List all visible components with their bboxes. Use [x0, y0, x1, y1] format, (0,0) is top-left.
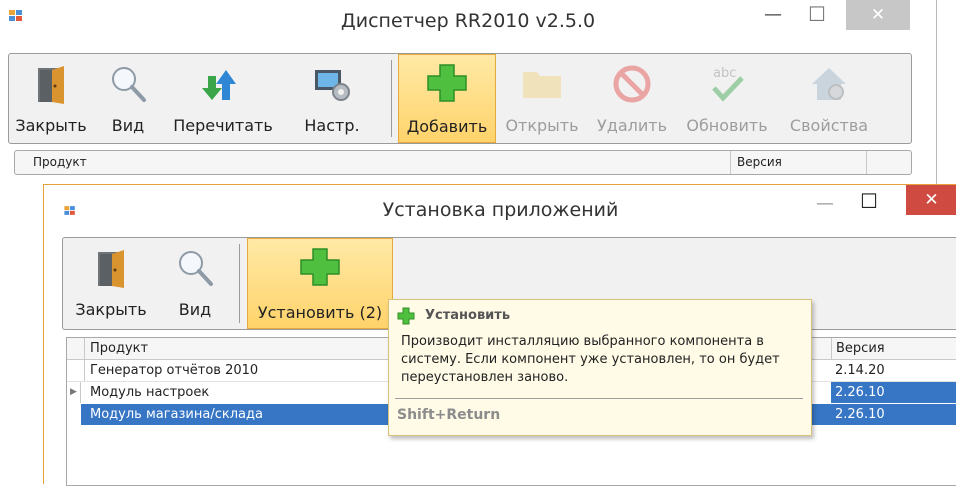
open-button[interactable]: Открыть — [497, 56, 587, 141]
abc-check-icon: abc — [712, 66, 744, 102]
main-titlebar[interactable]: Диспетчер RR2010 v2.5.0 — ☐ ✕ — [0, 0, 936, 46]
door-exit-icon — [98, 250, 124, 288]
svg-text:abc: abc — [713, 66, 736, 81]
tooltip-body: Производит инсталляцию выбранного компон… — [401, 334, 780, 385]
toolbar-label: Открыть — [505, 116, 579, 135]
toolbar-label: Вид — [111, 116, 145, 135]
close-button[interactable]: ✕ — [846, 0, 910, 30]
row-indicator-header — [67, 338, 85, 359]
column-divider — [866, 151, 867, 174]
current-row-arrow-icon: ▶ — [67, 382, 81, 403]
plus-icon — [397, 307, 415, 325]
cell-version: 2.26.10 — [831, 382, 956, 403]
column-header-product[interactable]: Продукт — [33, 155, 87, 169]
main-toolbar: Закрыть Вид Перечитать Настр. Добавить О… — [8, 53, 912, 144]
forbidden-icon — [613, 65, 651, 103]
house-gear-icon — [812, 68, 846, 100]
dialog-view-button[interactable]: Вид — [159, 240, 231, 325]
column-divider — [730, 151, 731, 174]
toolbar-label: Свойства — [789, 116, 869, 135]
install-tooltip: Установить Производит инсталляцию выбран… — [388, 299, 812, 436]
toolbar-label: Обновить — [686, 116, 768, 135]
toolbar-separator — [239, 244, 240, 323]
column-header-version[interactable]: Версия — [831, 338, 946, 359]
refresh-arrows-icon — [202, 70, 236, 100]
window-title: Диспетчер RR2010 v2.5.0 — [340, 10, 596, 32]
main-grid-header: Продукт Версия — [14, 150, 912, 175]
column-header-version[interactable]: Версия — [737, 155, 782, 169]
minimize-button[interactable]: — — [756, 4, 790, 25]
reload-button[interactable]: Перечитать — [165, 56, 281, 141]
row-indicator — [67, 360, 85, 381]
cell-version: 2.26.10 — [831, 404, 956, 425]
magnifier-icon — [112, 67, 146, 102]
folder-icon — [523, 72, 561, 98]
toolbar-label: Установить (2) — [257, 303, 383, 322]
toolbar-separator — [391, 60, 392, 137]
delete-button[interactable]: Удалить — [589, 56, 675, 141]
plus-icon — [427, 64, 467, 102]
tooltip-divider — [395, 398, 803, 399]
cell-version: 2.14.20 — [835, 363, 885, 378]
settings-monitor-icon — [315, 70, 350, 101]
dialog-minimize-button[interactable]: — — [808, 193, 842, 214]
toolbar-label: Вид — [178, 300, 212, 319]
toolbar-label: Настр. — [304, 116, 360, 135]
toolbar-label: Добавить — [406, 117, 488, 136]
magnifier-icon — [179, 251, 213, 286]
dialog-close-action-button[interactable]: Закрыть — [65, 240, 157, 325]
settings-button[interactable]: Настр. — [285, 56, 379, 141]
tooltip-shortcut: Shift+Return — [397, 407, 501, 423]
dialog-maximize-button[interactable]: ☐ — [852, 189, 886, 213]
door-exit-icon — [38, 66, 64, 104]
toolbar-label: Закрыть — [75, 300, 147, 319]
toolbar-label: Удалить — [597, 116, 667, 135]
view-button[interactable]: Вид — [93, 56, 163, 141]
dialog-close-button[interactable]: ✕ — [906, 185, 956, 215]
tooltip-title: Установить — [425, 308, 511, 323]
add-button[interactable]: Добавить — [398, 54, 496, 143]
update-button[interactable]: abc Обновить — [677, 56, 777, 141]
plus-icon — [300, 248, 340, 286]
install-button[interactable]: Установить (2) — [247, 238, 393, 329]
toolbar-label: Закрыть — [15, 116, 87, 135]
maximize-button[interactable]: ☐ — [800, 2, 834, 26]
close-app-button[interactable]: Закрыть — [11, 56, 91, 141]
toolbar-label: Перечитать — [173, 116, 273, 135]
properties-button[interactable]: Свойства — [779, 56, 879, 141]
